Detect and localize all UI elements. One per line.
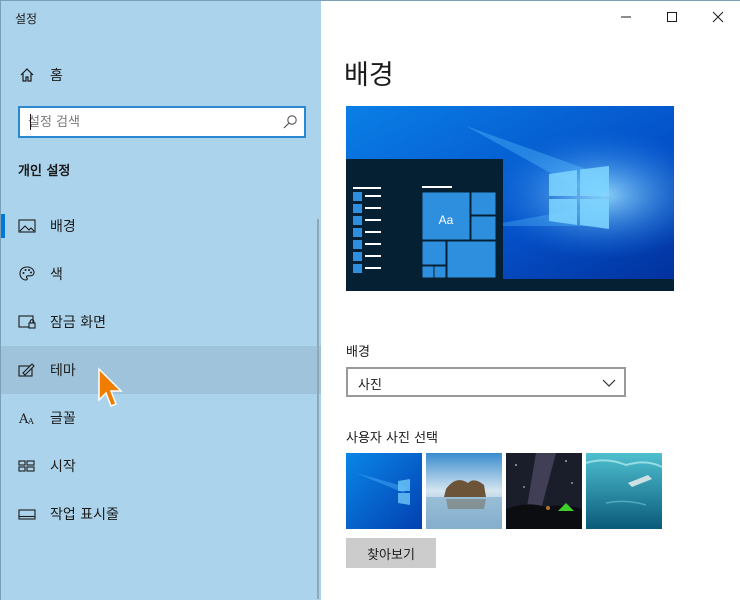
maximize-icon [667,12,677,22]
sidebar-item-label: 글꼴 [50,411,76,427]
sidebar-item-label: 시작 [50,459,76,475]
background-preview: Aa [346,106,674,291]
minimize-icon [621,16,631,18]
mouse-cursor [98,367,123,407]
chevron-down-icon [602,379,616,387]
app-title: 설정 [15,12,38,26]
sidebar: 설정 홈 개인 설정 배경 [1,1,321,600]
photo-thumbnail-night-sky[interactable] [506,453,582,529]
settings-window: 설정 홈 개인 설정 배경 [0,0,740,600]
choose-photo-label: 사용자 사진 선택 [346,431,438,446]
content-pane: 배경 Aa 배경 사진 사용자 사진 선택 찾아보기 [321,1,740,600]
sidebar-item-label: 잠금 화면 [50,315,106,331]
nav-home-label: 홈 [50,68,63,84]
sidebar-item-lock-screen[interactable]: 잠금 화면 [1,298,321,346]
sidebar-item-label: 테마 [50,363,76,379]
background-type-value: 사진 [358,378,382,393]
theme-brush-icon [18,361,36,379]
nav-list: 배경 색 잠금 화면 테마 A A 글꼴 시작 작업 표시줄 [1,202,321,538]
sidebar-item-color[interactable]: 색 [1,250,321,298]
lock-screen-icon [18,313,36,331]
sidebar-item-background[interactable]: 배경 [1,202,321,250]
palette-icon [18,265,36,283]
text-caret [30,114,31,130]
taskbar-icon [18,505,36,523]
sidebar-item-start[interactable]: 시작 [1,442,321,490]
picture-icon [18,217,36,235]
search-input[interactable] [28,108,280,136]
search-icon[interactable] [282,114,298,130]
sidebar-item-taskbar[interactable]: 작업 표시줄 [1,490,321,538]
sidebar-item-label: 배경 [50,219,76,235]
background-type-dropdown[interactable]: 사진 [346,367,626,397]
sidebar-item-fonts[interactable]: AA 글꼴 [1,394,321,442]
section-heading: 개인 설정 [18,164,71,179]
search-box[interactable] [18,106,306,138]
background-type-label: 배경 [346,345,370,360]
sidebar-item-label: 색 [50,267,63,283]
browse-button[interactable]: 찾아보기 [346,538,436,568]
photo-thumbnail-beach[interactable] [426,453,502,529]
sidebar-item-label: 작업 표시줄 [50,507,119,523]
svg-text:A: A [27,417,34,426]
minimize-button[interactable] [603,1,649,33]
start-icon [18,457,36,475]
font-icon: AA [18,409,36,427]
sidebar-item-theme[interactable]: 테마 [1,346,321,394]
close-icon [712,11,724,23]
home-icon [18,66,36,84]
photo-thumbnail-windows[interactable] [346,453,422,529]
page-title: 배경 [344,60,394,91]
tile-sample-text: Aa [439,213,454,227]
close-button[interactable] [695,1,740,33]
nav-home[interactable]: 홈 [1,59,321,91]
maximize-button[interactable] [649,1,695,33]
photo-thumbnail-underwater[interactable] [586,453,662,529]
sidebar-scrollbar[interactable] [317,219,319,599]
photo-thumbnails [346,453,662,529]
